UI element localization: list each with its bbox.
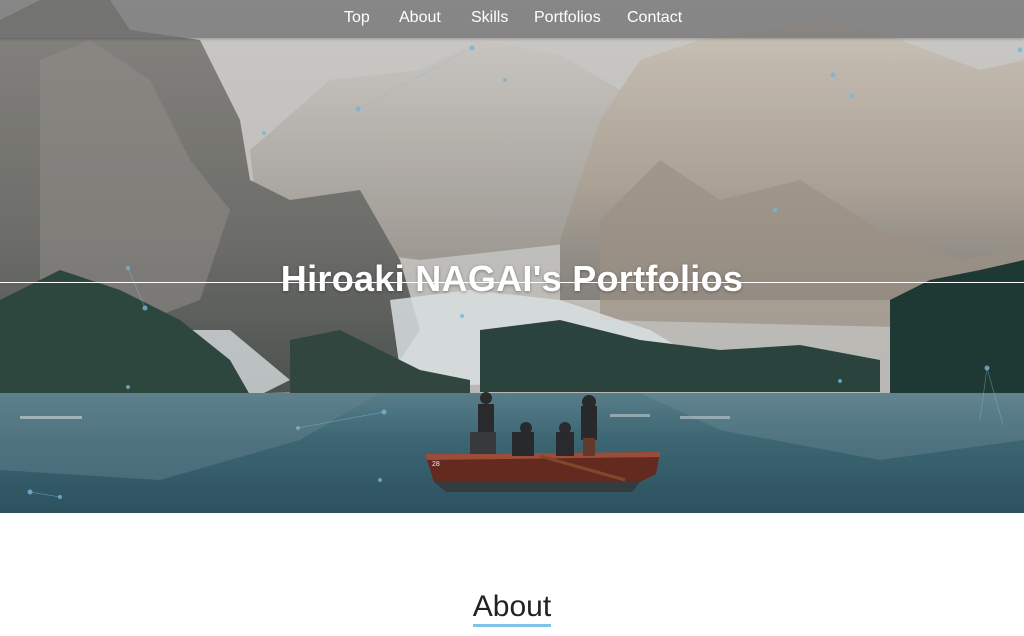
nav-list: Top About Skills Portfolios Contact	[0, 0, 1024, 38]
hero-title: Hiroaki NAGAI's Portfolios	[280, 258, 744, 300]
nav-item-about[interactable]: About	[399, 8, 441, 28]
portfolio-page: 28 Hiroaki NAGAI's Portfolios Top About …	[0, 0, 1024, 636]
nav-item-top[interactable]: Top	[344, 8, 370, 28]
hero-divider	[0, 282, 1024, 283]
nav-item-contact[interactable]: Contact	[627, 8, 682, 28]
nav-item-portfolios[interactable]: Portfolios	[534, 8, 601, 28]
hero-section: 28 Hiroaki NAGAI's Portfolios	[0, 0, 1024, 513]
about-heading-text: About	[472, 590, 552, 627]
top-navbar: Top About Skills Portfolios Contact	[0, 0, 1024, 38]
about-heading: About	[0, 590, 1024, 627]
nav-item-skills[interactable]: Skills	[471, 8, 508, 28]
